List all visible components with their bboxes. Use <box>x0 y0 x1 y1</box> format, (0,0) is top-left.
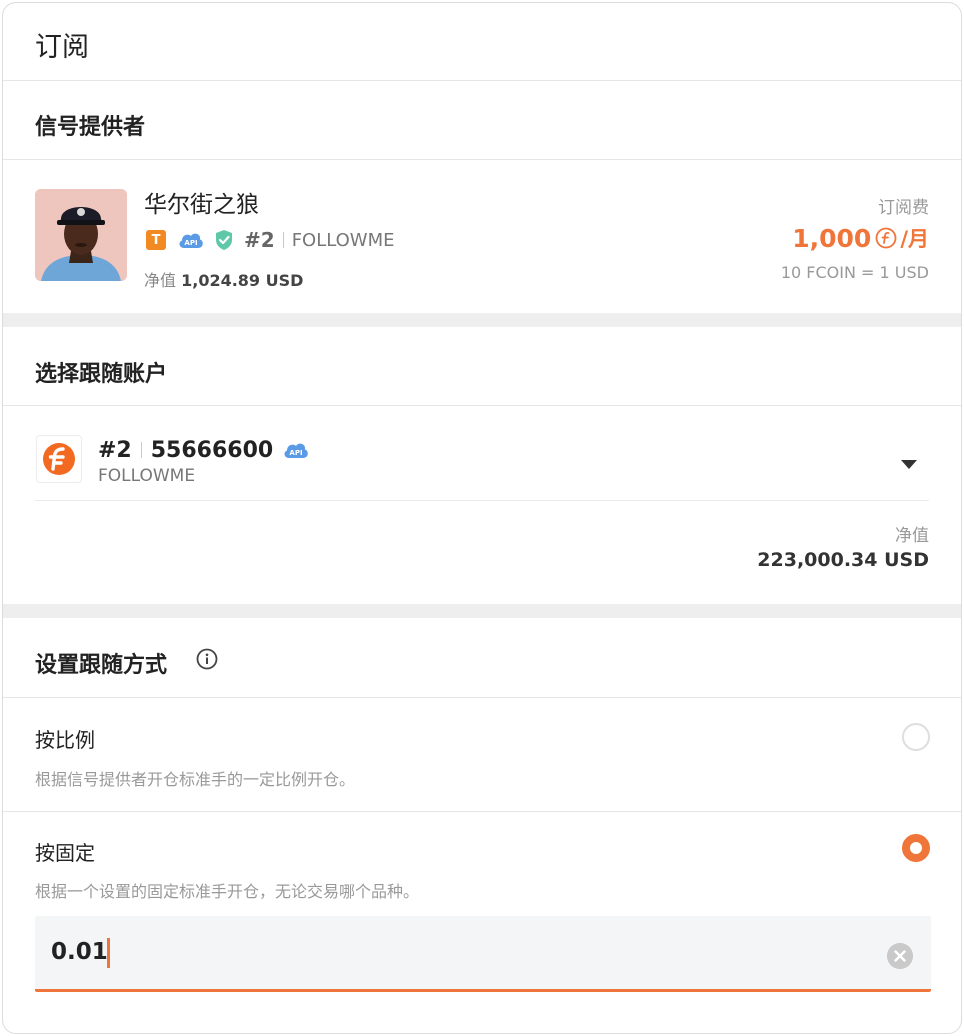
option-proportional-radio[interactable] <box>902 723 930 751</box>
page-title: 订阅 <box>35 32 89 63</box>
provider-rank: #2 <box>244 228 275 252</box>
divider <box>3 80 961 81</box>
chevron-down-icon[interactable] <box>901 460 917 469</box>
section-gap <box>3 604 961 618</box>
followme-logo-icon <box>43 443 75 475</box>
option-fixed-title[interactable]: 按固定 <box>35 837 95 866</box>
followme-logo <box>36 435 82 483</box>
account-broker: FOLLOWME <box>98 466 196 486</box>
divider <box>3 159 961 160</box>
provider-broker: FOLLOWME <box>291 229 395 251</box>
fcoin-icon <box>875 227 897 249</box>
account-selector[interactable]: #2 55666600 API <box>98 435 309 465</box>
trader-badge: T <box>146 230 166 250</box>
divider <box>3 811 961 812</box>
text-cursor <box>107 938 110 968</box>
provider-badges: T API #2 FOLLOWME <box>146 227 395 253</box>
section-gap <box>3 313 961 327</box>
divider <box>3 405 961 406</box>
provider-equity: 净值 1,024.89 USD <box>144 267 303 291</box>
account-section-title: 选择跟随账户 <box>35 362 168 387</box>
option-fixed-radio[interactable] <box>902 834 930 862</box>
account-number: 55666600 <box>150 437 274 463</box>
fee-amount-value: 1,000 <box>792 223 872 253</box>
option-proportional-description: 根据信号提供者开仓标准手的一定比例开仓。 <box>35 770 356 789</box>
fee-unit: /月 <box>900 227 929 251</box>
divider <box>3 697 961 698</box>
api-cloud-icon: API <box>284 443 309 458</box>
fee-label: 订阅费 <box>878 198 929 218</box>
fixed-lot-value[interactable]: 0.01 <box>51 939 108 965</box>
provider-name[interactable]: 华尔街之狼 <box>144 185 259 219</box>
equity-value: 1,024.89 USD <box>181 271 304 290</box>
subscription-panel: 订阅 信号提供者 华尔街之狼 T API #2 FOLLOWME 净值 1,02… <box>2 2 962 1034</box>
api-cloud-icon: API <box>179 233 203 248</box>
option-proportional-title[interactable]: 按比例 <box>35 724 95 753</box>
clear-icon[interactable] <box>887 943 913 969</box>
method-section-title: 设置跟随方式 <box>35 653 168 678</box>
provider-avatar[interactable] <box>35 189 127 281</box>
fee-amount: 1,000 /月 <box>792 223 929 253</box>
info-icon[interactable] <box>196 648 218 670</box>
net-value-label: 净值 <box>895 526 929 546</box>
equity-label: 净值 <box>144 271 177 290</box>
option-fixed-description: 根据一个设置的固定标准手开仓，无论交易哪个品种。 <box>35 882 420 901</box>
separator <box>140 442 142 458</box>
api-label: API <box>290 449 303 457</box>
divider <box>35 500 929 501</box>
fixed-lot-input[interactable]: 0.01 <box>35 916 931 992</box>
separator <box>282 232 284 248</box>
api-label: API <box>184 239 197 247</box>
account-rank: #2 <box>98 437 132 463</box>
net-value: 223,000.34 USD <box>757 549 929 571</box>
verified-shield-icon <box>216 230 232 250</box>
provider-section-title: 信号提供者 <box>35 115 146 140</box>
fee-rate: 10 FCOIN = 1 USD <box>780 263 929 282</box>
